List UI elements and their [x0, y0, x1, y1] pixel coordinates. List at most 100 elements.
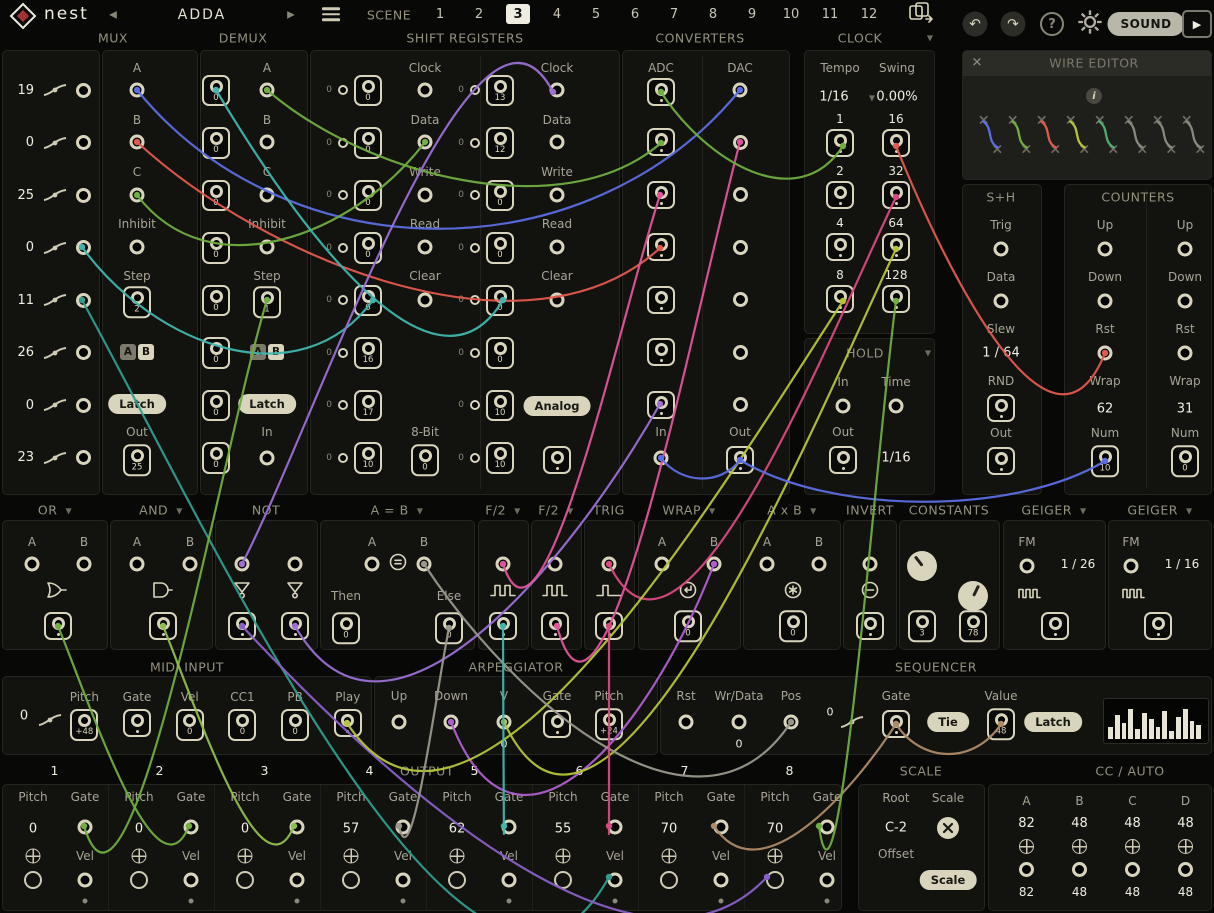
sh-out-jack[interactable]	[987, 447, 1015, 475]
scale-button[interactable]: Scale	[920, 870, 977, 890]
adc-bit-jack[interactable]	[647, 391, 675, 419]
redo-button[interactable]: ↷	[1001, 12, 1026, 37]
slider-output-jack[interactable]	[76, 83, 91, 98]
aeqb-a-jack[interactable]	[365, 557, 380, 572]
scene-copy-icon[interactable]	[907, 0, 935, 28]
demux-output-jack[interactable]: 0	[202, 442, 230, 474]
dac-bit-jack[interactable]	[733, 397, 748, 412]
wrap-out-jack[interactable]: 0	[674, 610, 702, 642]
geiger2-fm-jack[interactable]	[1124, 559, 1139, 574]
seq-wr-jack[interactable]	[732, 715, 747, 730]
invert-out-jack[interactable]	[856, 612, 884, 640]
demux-inhibit-jack[interactable]	[260, 240, 275, 255]
clock-division-jack[interactable]	[882, 285, 910, 313]
adc-bit-jack[interactable]	[647, 338, 675, 366]
axb-a-jack[interactable]	[760, 557, 775, 572]
pitch-trim[interactable]	[26, 849, 41, 864]
scene-number[interactable]: 3	[506, 4, 530, 24]
sr-out-jack[interactable]: 0	[354, 285, 382, 317]
wire-preset-icon[interactable]	[1007, 114, 1032, 156]
slider-output-jack[interactable]	[76, 345, 91, 360]
tempo-dropdown-icon[interactable]: ▼	[869, 94, 875, 103]
pitch-knob[interactable]	[130, 871, 148, 889]
f2b-out-jack[interactable]	[541, 612, 569, 640]
sr-tap-jack[interactable]	[470, 243, 480, 253]
slider-value[interactable]: 23	[8, 450, 34, 465]
counter2-down-jack[interactable]	[1178, 294, 1193, 309]
wire-preset-icon[interactable]	[978, 114, 1003, 156]
demux-output-jack[interactable]: 0	[202, 285, 230, 317]
wrap-a-jack[interactable]	[655, 557, 670, 572]
clock-division-jack[interactable]	[882, 181, 910, 209]
scene-number[interactable]: 9	[740, 4, 764, 24]
slider-output-jack[interactable]	[76, 398, 91, 413]
pitch-knob[interactable]	[448, 871, 466, 889]
vel-jack[interactable]	[396, 873, 411, 888]
vel-jack[interactable]	[820, 873, 835, 888]
seq-rst-jack[interactable]	[679, 715, 694, 730]
clock-division-jack[interactable]	[826, 285, 854, 313]
undo-button[interactable]: ↶	[963, 12, 988, 37]
scene-number[interactable]: 7	[662, 4, 686, 24]
sr-tap-jack[interactable]	[470, 295, 480, 305]
pitch-value[interactable]: 0	[29, 822, 37, 837]
pitch-knob[interactable]	[342, 871, 360, 889]
vel-jack[interactable]	[502, 873, 517, 888]
pitch-trim[interactable]	[662, 849, 677, 864]
sr-tap-jack[interactable]	[470, 190, 480, 200]
sr-left-data-jack[interactable]	[418, 135, 433, 150]
wire-preset-icon[interactable]	[1065, 114, 1090, 156]
sr-tap-jack[interactable]	[338, 85, 348, 95]
mux-b-jack[interactable]	[130, 135, 145, 150]
trig-out-jack[interactable]	[595, 612, 623, 640]
geiger1-rate-value[interactable]: 1 / 26	[1061, 557, 1096, 571]
scene-number[interactable]: 11	[818, 4, 842, 24]
sr-tap-jack[interactable]	[470, 453, 480, 463]
slider-output-jack[interactable]	[76, 188, 91, 203]
seq-value-jack[interactable]: 48	[987, 708, 1015, 740]
mux-out-jack[interactable]: 25	[123, 444, 151, 476]
constant1-jack[interactable]: 3	[908, 610, 936, 642]
cc-jack[interactable]	[1178, 862, 1193, 877]
pitch-value[interactable]: 55	[555, 822, 572, 837]
not1-out-jack[interactable]	[228, 612, 256, 640]
demux-output-jack[interactable]: 0	[202, 390, 230, 422]
sr-out-jack[interactable]: 16	[354, 337, 382, 369]
arp-pitch-jack[interactable]: +24	[595, 708, 623, 740]
scale-root-value[interactable]: C-2	[885, 821, 907, 836]
sr-tap-jack[interactable]	[470, 138, 480, 148]
cc-jack[interactable]	[1019, 862, 1034, 877]
pitch-knob[interactable]	[236, 871, 254, 889]
cc-value[interactable]: 48	[1124, 816, 1141, 831]
gate-jack[interactable]	[820, 820, 835, 835]
demux-output-jack[interactable]: 0	[202, 180, 230, 212]
counter1-wrap-value[interactable]: 62	[1097, 402, 1114, 417]
slider-value[interactable]: 0	[8, 240, 34, 255]
sr-left-clear-jack[interactable]	[418, 293, 433, 308]
vel-jack[interactable]	[184, 873, 199, 888]
help-button[interactable]: ?	[1040, 12, 1064, 36]
play-button[interactable]: ▶	[1182, 10, 1212, 38]
dac-bit-jack[interactable]	[733, 187, 748, 202]
not2-in-jack[interactable]	[288, 557, 303, 572]
scene-number[interactable]: 6	[623, 4, 647, 24]
not2-out-jack[interactable]	[281, 612, 309, 640]
midi-jack[interactable]	[334, 709, 362, 737]
slider[interactable]	[42, 292, 68, 308]
hold-out-jack[interactable]	[829, 446, 857, 474]
sr-out-jack[interactable]: 10	[486, 390, 514, 422]
geiger1-out-jack[interactable]	[1041, 612, 1069, 640]
seq-slider-value[interactable]: 0	[827, 706, 834, 719]
counter2-wrap-value[interactable]: 31	[1177, 402, 1194, 417]
demux-output-jack[interactable]: 0	[202, 232, 230, 264]
settings-button[interactable]	[1076, 8, 1104, 40]
scene-number[interactable]: 5	[584, 4, 608, 24]
slider-output-jack[interactable]	[76, 450, 91, 465]
demux-in-jack[interactable]	[260, 451, 275, 466]
aeqb-else-jack[interactable]: 0	[435, 612, 463, 644]
slider-value[interactable]: 0	[8, 398, 34, 413]
sr-out-jack[interactable]: 17	[354, 390, 382, 422]
sr-left-clock-jack[interactable]	[418, 83, 433, 98]
sr-out-jack[interactable]: 0	[354, 75, 382, 107]
gate-jack[interactable]	[714, 820, 729, 835]
